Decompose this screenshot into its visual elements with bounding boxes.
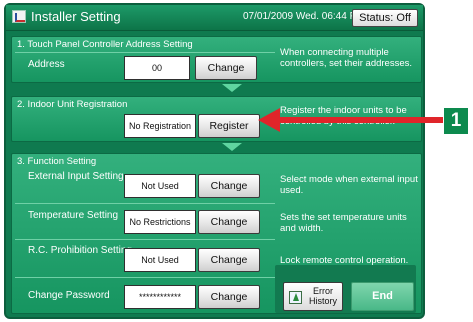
installer-setting-icon xyxy=(12,10,26,23)
temperature-field[interactable]: No Restrictions xyxy=(124,210,196,234)
callout-number-badge: 1 xyxy=(444,108,468,134)
end-button[interactable]: End xyxy=(351,282,414,311)
temperature-description: Sets the set temperature units and width… xyxy=(280,212,407,234)
password-field[interactable]: ************ xyxy=(124,285,196,309)
divider xyxy=(15,239,275,240)
external-input-field[interactable]: Not Used xyxy=(124,174,196,198)
change-password-label: Change Password xyxy=(28,290,110,301)
rc-prohibition-field[interactable]: Not Used xyxy=(124,248,196,272)
password-change-button[interactable]: Change xyxy=(198,285,260,309)
external-input-description: Select mode when external input used. xyxy=(280,174,418,196)
section-address-setting: 1. Touch Panel Controller Address Settin… xyxy=(11,36,422,83)
divider xyxy=(15,203,275,204)
rc-prohibition-label: R.C. Prohibition Setting xyxy=(28,245,132,256)
caret-indicator xyxy=(222,84,242,92)
temperature-label: Temperature Setting xyxy=(28,210,119,221)
section-heading: 1. Touch Panel Controller Address Settin… xyxy=(17,39,193,50)
external-input-label: External Input Setting xyxy=(28,171,124,182)
callout-arrow-shape xyxy=(258,108,443,132)
section-heading: 2. Indoor Unit Registration xyxy=(17,99,128,110)
installer-setting-panel: Installer Setting 07/01/2009 Wed. 06:44 … xyxy=(4,3,425,319)
title-bar: Installer Setting 07/01/2009 Wed. 06:44 … xyxy=(6,5,423,31)
divider xyxy=(15,52,275,53)
callout-arrow-icon xyxy=(258,108,443,132)
address-description: When connecting multiple controllers, se… xyxy=(280,47,413,69)
registration-status-field: No Registration xyxy=(124,114,196,138)
error-history-icon xyxy=(289,291,302,304)
error-history-label: Error History xyxy=(308,286,337,306)
date-time: 07/01/2009 Wed. 06:44 PM xyxy=(243,11,365,22)
divider xyxy=(15,277,275,278)
register-button[interactable]: Register xyxy=(198,114,260,138)
section-heading: 3. Function Setting xyxy=(17,156,97,167)
status-button[interactable]: Status: Off xyxy=(352,9,418,27)
error-history-button[interactable]: Error History xyxy=(283,282,343,311)
address-label: Address xyxy=(28,59,65,70)
address-change-button[interactable]: Change xyxy=(195,56,257,80)
temperature-change-button[interactable]: Change xyxy=(198,210,260,234)
address-field[interactable]: 00 xyxy=(124,56,190,80)
external-input-change-button[interactable]: Change xyxy=(198,174,260,198)
rc-prohibition-change-button[interactable]: Change xyxy=(198,248,260,272)
page-title: Installer Setting xyxy=(31,9,121,24)
caret-indicator xyxy=(222,143,242,151)
